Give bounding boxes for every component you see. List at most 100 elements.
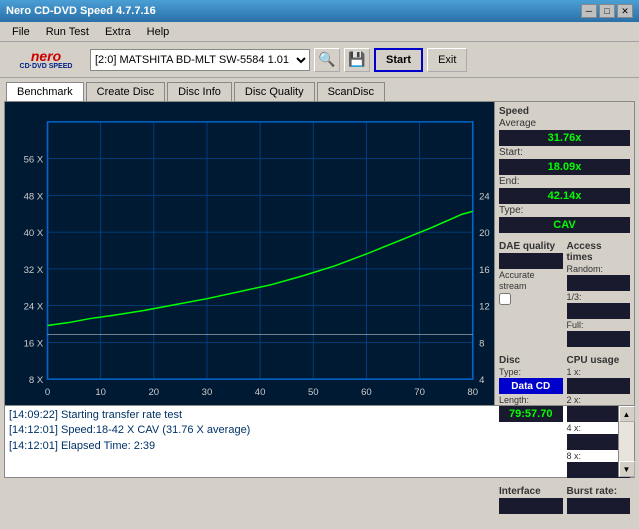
scroll-down-button[interactable]: ▼ (619, 461, 635, 477)
toolbar-info-button[interactable]: 🔍 (314, 48, 340, 72)
x1-label: 1 x: (567, 367, 631, 377)
svg-text:50: 50 (308, 387, 319, 397)
menu-extra[interactable]: Extra (97, 24, 139, 40)
scroll-track[interactable] (619, 422, 634, 461)
nero-brand: nero (31, 49, 61, 63)
log-entry-0: [14:09:22] Starting transfer rate test (9, 408, 614, 423)
title-buttons: ─ □ ✕ (581, 4, 633, 18)
access-section: Access times Random: 1/3: Full: (567, 241, 631, 347)
access-title: Access times (567, 241, 631, 263)
tab-benchmark[interactable]: Benchmark (6, 82, 84, 101)
tab-disc-info[interactable]: Disc Info (167, 82, 232, 101)
average-value: 31.76x (499, 130, 630, 146)
chart-svg: 8 X 16 X 24 X 32 X 40 X 48 X 56 X 4 8 12… (5, 102, 494, 405)
svg-text:16 X: 16 X (24, 339, 44, 349)
accurate-label: Accurate (499, 270, 563, 280)
tab-create-disc[interactable]: Create Disc (86, 82, 165, 101)
svg-text:0: 0 (45, 387, 50, 397)
end-value: 42.14x (499, 188, 630, 204)
log-area: [14:09:22] Starting transfer rate test [… (4, 406, 635, 478)
start-button[interactable]: Start (374, 48, 423, 72)
side-by-side: DAE quality Accurate stream Access times… (499, 241, 630, 347)
x2-label: 2 x: (567, 395, 631, 405)
svg-text:12: 12 (479, 302, 490, 312)
svg-text:30: 30 (202, 387, 213, 397)
random-value (567, 275, 631, 291)
log-entry-2: [14:12:01] Elapsed Time: 2:39 (9, 439, 614, 454)
svg-text:56 X: 56 X (24, 155, 44, 165)
log-entry-1: [14:12:01] Speed:18-42 X CAV (31.76 X av… (9, 423, 614, 438)
right-panel: Speed Average 31.76x Start: 18.09x End: … (494, 102, 634, 405)
start-label: Start: (499, 147, 630, 158)
svg-text:32 X: 32 X (24, 265, 44, 275)
disc-length-label: Length: (499, 395, 563, 405)
interface-section: Interface (499, 486, 563, 514)
svg-text:70: 70 (414, 387, 425, 397)
dae-title: DAE quality (499, 241, 563, 252)
random-label: Random: (567, 264, 631, 274)
end-label: End: (499, 176, 630, 187)
start-value: 18.09x (499, 159, 630, 175)
dae-value (499, 253, 563, 269)
svg-text:48 X: 48 X (24, 192, 44, 202)
onethird-value (567, 303, 631, 319)
accurate-stream-check (499, 293, 563, 305)
main-content: 8 X 16 X 24 X 32 X 40 X 48 X 56 X 4 8 12… (4, 101, 635, 406)
svg-text:20: 20 (149, 387, 160, 397)
title-text: Nero CD-DVD Speed 4.7.7.16 (6, 5, 581, 17)
tab-bar: Benchmark Create Disc Disc Info Disc Qua… (0, 78, 639, 101)
tab-disc-quality[interactable]: Disc Quality (234, 82, 315, 101)
svg-text:10: 10 (95, 387, 106, 397)
svg-text:60: 60 (361, 387, 372, 397)
accurate-stream-checkbox[interactable] (499, 293, 511, 305)
toolbar-save-button[interactable]: 💾 (344, 48, 370, 72)
title-bar: Nero CD-DVD Speed 4.7.7.16 ─ □ ✕ (0, 0, 639, 22)
nero-logo: nero CD·DVD SPEED (6, 46, 86, 74)
dae-section: DAE quality Accurate stream (499, 241, 563, 347)
interface-value (499, 498, 563, 514)
cpu-title: CPU usage (567, 355, 631, 366)
minimize-button[interactable]: ─ (581, 4, 597, 18)
menu-bar: File Run Test Extra Help (0, 22, 639, 42)
svg-text:16: 16 (479, 265, 490, 275)
x1-value (567, 378, 631, 394)
menu-file[interactable]: File (4, 24, 38, 40)
burst-label: Burst rate: (567, 486, 631, 497)
type-value: CAV (499, 217, 630, 233)
menu-help[interactable]: Help (139, 24, 178, 40)
scroll-up-button[interactable]: ▲ (619, 406, 635, 422)
average-label: Average (499, 118, 630, 129)
full-label: Full: (567, 320, 631, 330)
svg-text:4: 4 (479, 375, 484, 385)
disc-type-label: Type: (499, 367, 563, 377)
menu-run-test[interactable]: Run Test (38, 24, 97, 40)
nero-product: CD·DVD SPEED (20, 63, 73, 70)
speed-section: Speed Average 31.76x Start: 18.09x End: … (499, 106, 630, 233)
toolbar: nero CD·DVD SPEED [2:0] MATSHITA BD-MLT … (0, 42, 639, 78)
tab-scan-disc[interactable]: ScanDisc (317, 82, 385, 101)
svg-text:40: 40 (255, 387, 266, 397)
interface-label: Interface (499, 486, 563, 497)
full-value (567, 331, 631, 347)
exit-button[interactable]: Exit (427, 48, 467, 72)
log-scrollbar: ▲ ▼ (618, 406, 634, 477)
disc-title: Disc (499, 355, 563, 366)
close-button[interactable]: ✕ (617, 4, 633, 18)
svg-text:40 X: 40 X (24, 228, 44, 238)
stream-label: stream (499, 281, 563, 291)
chart-area: 8 X 16 X 24 X 32 X 40 X 48 X 56 X 4 8 12… (5, 102, 494, 405)
svg-text:8 X: 8 X (29, 375, 43, 385)
svg-text:8: 8 (479, 339, 484, 349)
burst-value (567, 498, 631, 514)
maximize-button[interactable]: □ (599, 4, 615, 18)
svg-text:20: 20 (479, 228, 490, 238)
type-label: Type: (499, 205, 630, 216)
disc-type-value: Data CD (499, 378, 563, 394)
svg-text:24 X: 24 X (24, 302, 44, 312)
svg-text:80: 80 (467, 387, 478, 397)
drive-select[interactable]: [2:0] MATSHITA BD-MLT SW-5584 1.01 (90, 49, 310, 71)
onethird-label: 1/3: (567, 292, 631, 302)
svg-text:24: 24 (479, 192, 490, 202)
interface-row: Interface Burst rate: (499, 486, 630, 514)
speed-title: Speed (499, 106, 630, 117)
